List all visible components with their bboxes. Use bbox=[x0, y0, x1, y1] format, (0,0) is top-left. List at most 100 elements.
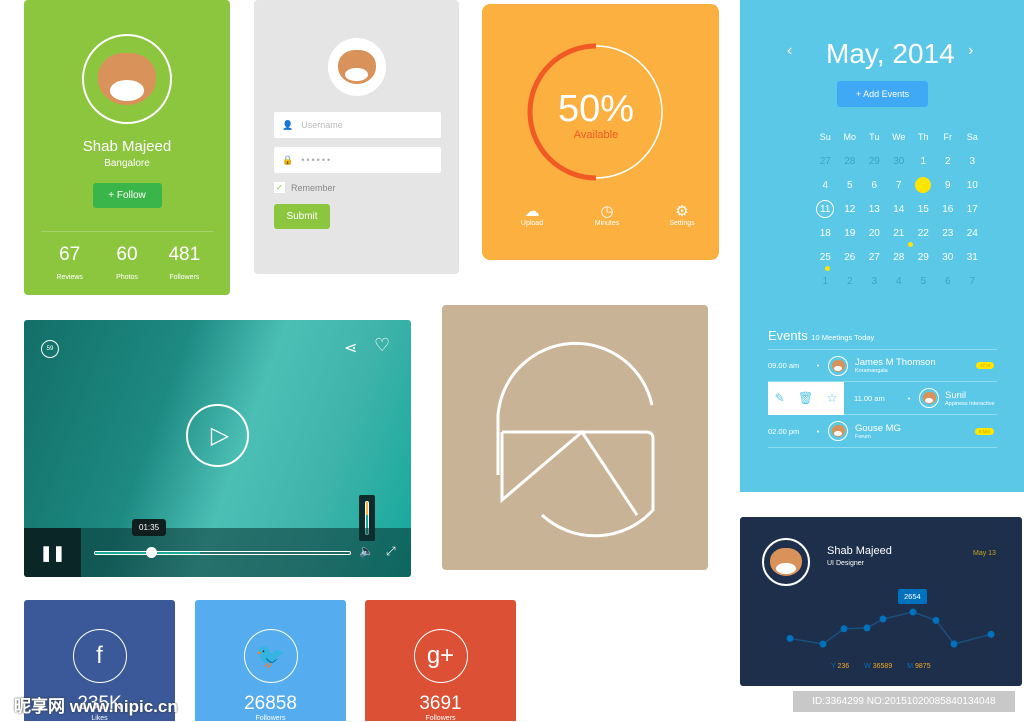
clock-icon: ◷ bbox=[600, 203, 614, 220]
chart-point bbox=[840, 625, 848, 633]
calendar-day[interactable]: 10 bbox=[960, 176, 985, 194]
calendar-day[interactable]: 14 bbox=[887, 200, 912, 218]
calendar-day[interactable]: 5 bbox=[911, 272, 936, 290]
avatar bbox=[919, 388, 939, 408]
google-plus-card[interactable]: g+ 3691 Followers bbox=[365, 600, 516, 722]
upload-button[interactable]: ☁ Upload bbox=[502, 202, 562, 227]
calendar-day[interactable]: 13 bbox=[862, 200, 887, 218]
calendar-day[interactable]: 4 bbox=[813, 176, 838, 194]
calendar-day[interactable]: 12 bbox=[838, 200, 863, 218]
chart-point bbox=[987, 630, 995, 638]
next-month-button[interactable]: › bbox=[968, 42, 973, 60]
submit-button[interactable]: Submit bbox=[274, 204, 330, 229]
calendar-day[interactable]: 17 bbox=[960, 200, 985, 218]
weekday-label: Mo bbox=[843, 132, 856, 142]
password-input[interactable]: 🔒 •••••• bbox=[274, 147, 441, 173]
prev-month-button[interactable]: ‹ bbox=[787, 42, 792, 60]
stat-reviews: 67 Reviews bbox=[56, 244, 83, 281]
duration-badge: 37 M bbox=[975, 362, 994, 369]
follow-label: Follow bbox=[116, 190, 146, 201]
calendar-day[interactable]: 11 bbox=[816, 200, 835, 218]
profile-card: Shab Majeed Bangalore + Follow 67 Reviews… bbox=[24, 0, 230, 295]
calendar-day[interactable]: 5 bbox=[838, 176, 863, 194]
event-dot bbox=[824, 266, 830, 271]
calendar-day[interactable]: 24 bbox=[960, 224, 985, 242]
heart-icon[interactable]: ♡ bbox=[374, 335, 390, 356]
lock-icon: 🔒 bbox=[282, 154, 294, 165]
edit-icon[interactable]: ✎ bbox=[775, 391, 785, 405]
follow-button[interactable]: + Follow bbox=[92, 183, 162, 208]
chart-point bbox=[863, 624, 871, 632]
calendar-day[interactable]: 21 bbox=[887, 224, 913, 247]
calendar-day[interactable]: 7 bbox=[960, 272, 985, 290]
duration-badge: 5 Min bbox=[974, 427, 994, 435]
calendar-day[interactable]: 29 bbox=[911, 248, 936, 266]
calendar-day[interactable]: 27 bbox=[862, 248, 887, 266]
weekday-label: We bbox=[892, 132, 906, 142]
avatar bbox=[828, 355, 848, 376]
star-icon[interactable]: ☆ bbox=[827, 391, 838, 405]
calendar-day[interactable]: 3 bbox=[862, 272, 887, 290]
calendar-day[interactable]: 1 bbox=[911, 152, 936, 170]
calendar-day[interactable]: 27 bbox=[813, 152, 838, 170]
event-dot bbox=[908, 242, 913, 247]
calendar-day[interactable]: 31 bbox=[960, 248, 985, 266]
calendar-day[interactable]: 28 bbox=[838, 152, 863, 170]
settings-button[interactable]: ⚙ Settings bbox=[652, 202, 712, 227]
cloud-upload-icon: ☁ bbox=[524, 203, 540, 220]
calendar-day[interactable] bbox=[911, 176, 936, 194]
calendar-day[interactable]: 6 bbox=[936, 272, 961, 290]
username-input[interactable]: 👤 Username bbox=[274, 112, 441, 138]
event-item-swiped[interactable]: ✎ 🗑 ☆ 11.00 am • Sunil Appiness Interactive bbox=[768, 381, 997, 415]
add-events-button[interactable]: + Add Events bbox=[837, 81, 928, 107]
calendar-day[interactable]: 15 bbox=[911, 200, 936, 218]
chart-tooltip: 2654 bbox=[898, 589, 927, 604]
calendar-day[interactable]: 3 bbox=[960, 152, 985, 170]
chart-line bbox=[789, 611, 992, 645]
calendar-day[interactable]: 4 bbox=[887, 272, 912, 290]
calendar-day[interactable]: 2 bbox=[936, 152, 961, 170]
gear-icon: ⚙ bbox=[675, 203, 689, 220]
calendar-day[interactable]: 25 bbox=[813, 248, 838, 271]
calendar-day[interactable]: 30 bbox=[887, 152, 912, 170]
calendar-day[interactable]: 20 bbox=[862, 224, 887, 242]
play-button[interactable]: ▷ bbox=[186, 404, 249, 467]
event-item[interactable]: 09.00 am • James M Thomson Koramangala 37 … bbox=[768, 349, 997, 382]
remember-checkbox[interactable]: ✓ Remember bbox=[274, 182, 439, 193]
share-icon[interactable]: ⋖ bbox=[344, 338, 357, 358]
calendar-day[interactable]: 30 bbox=[936, 248, 961, 266]
calendar-day[interactable]: 9 bbox=[936, 176, 961, 194]
calendar-day[interactable]: 26 bbox=[838, 248, 863, 266]
calendar-day[interactable]: 7 bbox=[887, 176, 912, 194]
avatar bbox=[82, 34, 172, 124]
avatar bbox=[327, 38, 386, 96]
dashboard-card: Shab Majeed UI Designer May 13 2654 Y 23… bbox=[740, 517, 1022, 686]
calendar-day[interactable]: 19 bbox=[838, 224, 863, 242]
trash-icon[interactable]: 🗑 bbox=[798, 391, 813, 405]
twitter-icon: 🐦 bbox=[243, 629, 298, 683]
calendar-day[interactable]: 6 bbox=[862, 176, 887, 194]
calendar-day[interactable]: 18 bbox=[813, 224, 838, 242]
pause-button[interactable]: ❚❚ bbox=[24, 528, 81, 577]
event-item[interactable]: 02.00 pm • Gouse MG Forum 5 Min bbox=[768, 415, 997, 448]
video-player[interactable]: 59 ⋖ ♡ ▷ ❚❚ 01:35 🔈 ⤢ bbox=[24, 320, 411, 577]
minutes-button[interactable]: ◷ Minutes bbox=[577, 202, 637, 227]
calendar-day[interactable]: 2 bbox=[838, 272, 863, 290]
volume-icon[interactable]: 🔈 bbox=[359, 544, 374, 558]
dashboard-stats: Y 236 W 36589 M 9875 bbox=[831, 663, 931, 670]
weekday-label: Tu bbox=[869, 132, 880, 142]
twitter-card[interactable]: 🐦 26858 Followers bbox=[195, 600, 346, 722]
seek-bar[interactable] bbox=[94, 547, 351, 558]
calendar-day[interactable]: 29 bbox=[862, 152, 887, 170]
event-actions: ✎ 🗑 ☆ bbox=[768, 381, 844, 415]
weekday-label: Su bbox=[819, 132, 831, 142]
seek-handle[interactable] bbox=[146, 547, 158, 558]
calendar-day[interactable]: 16 bbox=[936, 200, 961, 218]
calendar-day[interactable]: 23 bbox=[936, 224, 961, 242]
weekday-label: Sa bbox=[966, 132, 978, 142]
calendar-day[interactable]: 28 bbox=[887, 248, 912, 266]
calendar-day[interactable]: 22 bbox=[911, 224, 936, 242]
fullscreen-icon[interactable]: ⤢ bbox=[386, 544, 396, 559]
calendar-day[interactable]: 1 bbox=[813, 272, 838, 290]
calendar-title: May, 2014 bbox=[826, 38, 955, 69]
